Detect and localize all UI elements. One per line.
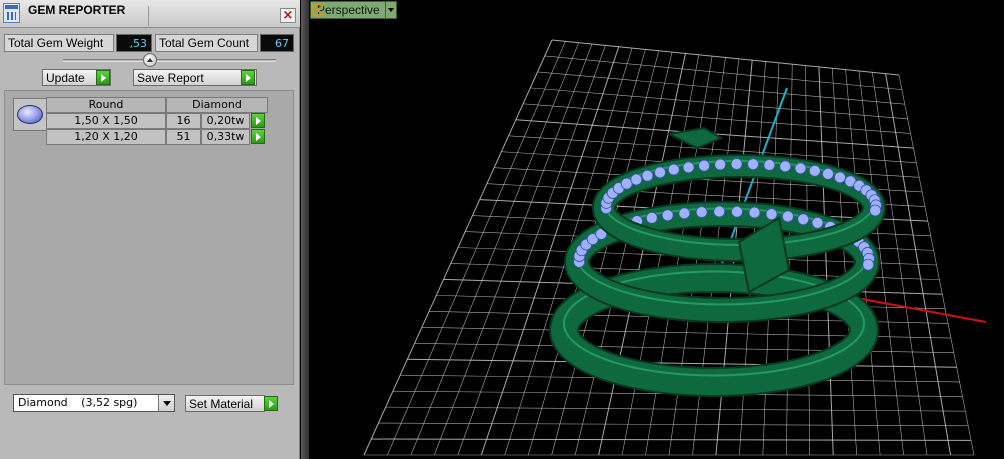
gem-stone <box>869 204 882 217</box>
panel-title: GEM REPORTER <box>28 3 126 17</box>
update-button-label: Update <box>46 71 85 85</box>
save-report-button-label: Save Report <box>137 71 204 85</box>
gem-stone <box>654 166 666 179</box>
grid-line <box>831 68 857 456</box>
save-report-button[interactable]: Save Report <box>133 69 257 86</box>
gem-stone <box>822 167 834 180</box>
set-material-button-label: Set Material <box>189 397 254 411</box>
row-2-size: 1,20 X 1,20 <box>46 129 166 145</box>
3d-scene[interactable] <box>309 0 1004 459</box>
gem-stone <box>645 211 658 224</box>
gem-stone <box>763 159 776 171</box>
gem-stone <box>661 209 674 222</box>
play-arrow-icon[interactable] <box>241 70 255 85</box>
gem-stone <box>747 158 759 171</box>
gem-thumbnail[interactable] <box>13 98 47 131</box>
gem-stone <box>695 206 708 218</box>
gem-stone <box>765 208 778 221</box>
perspective-viewport[interactable]: Perspective <box>309 0 1004 459</box>
close-icon[interactable]: × <box>280 8 296 23</box>
material-dropdown[interactable]: Diamond (3,52 spg) <box>13 394 175 412</box>
gem-stone <box>794 162 807 175</box>
gem-stone <box>714 158 727 171</box>
total-gem-count-label: Total Gem Count <box>155 34 258 52</box>
slider-track[interactable] <box>63 59 276 60</box>
panel-titlebar: GEM REPORTER × <box>0 0 300 28</box>
gem-stone <box>748 206 761 219</box>
row-2-weight: 0,33tw <box>201 129 250 145</box>
row-1-size: 1,50 X 1,50 <box>46 113 166 129</box>
row-2-count: 51 <box>166 129 201 145</box>
row-1-weight: 0,20tw <box>201 113 250 129</box>
slider-track-highlight <box>63 61 276 62</box>
material-selected: Diamond <box>18 396 68 409</box>
play-arrow-icon[interactable] <box>264 396 278 411</box>
view-dropdown-icon[interactable] <box>385 1 397 19</box>
row-2-arrow-icon[interactable] <box>251 129 265 144</box>
column-header-shape: Round <box>46 97 166 113</box>
dropdown-arrow-icon[interactable] <box>158 395 174 411</box>
grid-line <box>885 73 952 456</box>
set-material-button[interactable]: Set Material <box>185 395 265 412</box>
row-1-arrow-icon[interactable] <box>251 113 265 128</box>
gem-stone <box>682 161 695 174</box>
play-arrow-icon[interactable] <box>96 70 110 85</box>
gem-stone <box>630 173 643 186</box>
gem-reporter-panel: GEM REPORTER × Total Gem Weight ,53 Tota… <box>0 0 300 459</box>
total-gem-weight-label: Total Gem Weight <box>4 34 114 52</box>
total-gem-weight-value: ,53 <box>116 34 152 52</box>
gem-stone <box>713 205 726 218</box>
title-separator <box>148 6 149 26</box>
round-gem-icon <box>17 105 43 124</box>
gem-stone <box>678 207 691 220</box>
gem-stone <box>698 159 710 172</box>
gem-stone <box>779 160 792 173</box>
gem-stone <box>731 205 743 218</box>
gem-stone <box>730 158 743 170</box>
grid-line <box>898 74 975 456</box>
gem-stone <box>834 171 846 184</box>
gem-stone <box>797 213 810 226</box>
gem-list-area: Round Diamond 1,50 X 1,50 16 0,20tw 1,20… <box>4 90 294 385</box>
gem-stone <box>667 163 680 176</box>
grid-line <box>872 72 928 456</box>
app-icon <box>3 3 20 23</box>
gem-stone <box>781 210 794 223</box>
material-density: (3,52 spg) <box>81 396 138 409</box>
orientation-gizmo-icon[interactable] <box>309 0 323 20</box>
gem-stone <box>862 258 875 271</box>
total-gem-count-value: 67 <box>260 34 294 52</box>
gem-stone <box>641 169 654 182</box>
panel-splitter[interactable] <box>301 0 309 459</box>
row-1-count: 16 <box>166 113 201 129</box>
grid-line <box>371 438 972 441</box>
gem-stone <box>811 216 824 229</box>
column-header-material: Diamond <box>166 97 268 113</box>
slider-knob[interactable] <box>143 53 157 67</box>
gem-stone <box>808 164 821 177</box>
